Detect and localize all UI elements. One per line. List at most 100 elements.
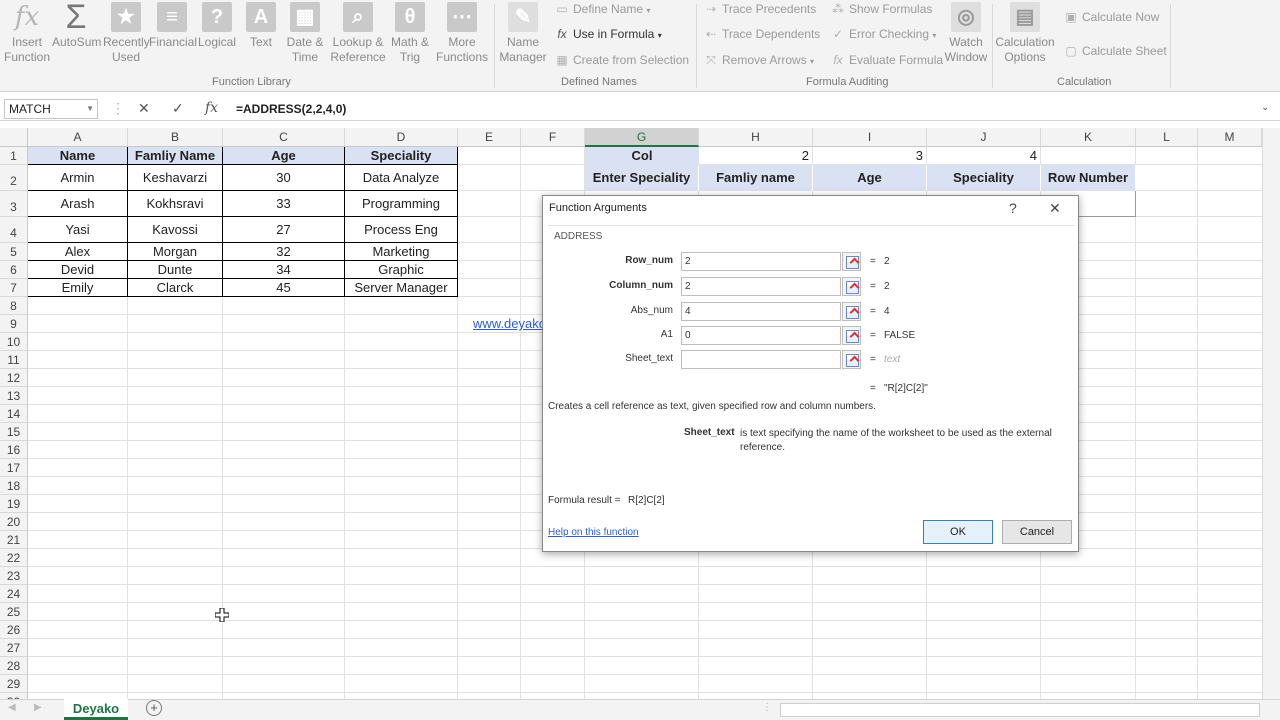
row-header-23[interactable]: 23: [0, 567, 28, 585]
cell-b2[interactable]: Keshavarzi: [128, 165, 223, 191]
text-button[interactable]: A Text: [242, 2, 280, 50]
row-header-2[interactable]: 2: [0, 165, 28, 191]
autosum-button[interactable]: Σ AutoSum: [52, 0, 101, 50]
calculate-sheet-button[interactable]: ▢ Calculate Sheet: [1064, 42, 1166, 60]
cell-g2[interactable]: Enter Speciality: [585, 165, 699, 191]
cell-c3[interactable]: 33: [223, 191, 345, 217]
collapse-dialog-icon[interactable]: [842, 252, 861, 271]
cell-a2[interactable]: Armin: [28, 165, 128, 191]
collapse-dialog-icon[interactable]: [842, 302, 861, 321]
row-header-4[interactable]: 4: [0, 217, 28, 243]
cell-c4[interactable]: 27: [223, 217, 345, 243]
lookup-reference-button[interactable]: ⌕ Lookup & Reference: [330, 2, 386, 65]
cell-d7[interactable]: Server Manager: [345, 279, 458, 297]
cell-b4[interactable]: Kavossi: [128, 217, 223, 243]
row-header-20[interactable]: 20: [0, 513, 28, 531]
row-header-27[interactable]: 27: [0, 639, 28, 657]
cell-h2[interactable]: Famliy name: [699, 165, 813, 191]
column-header-d[interactable]: D: [345, 128, 458, 147]
evaluate-formula-button[interactable]: fx Evaluate Formula: [831, 51, 943, 69]
logical-button[interactable]: ? Logical: [196, 2, 238, 50]
column-header-i[interactable]: I: [813, 128, 927, 147]
cell-b1[interactable]: Famliy Name: [128, 147, 223, 165]
column-header-e[interactable]: E: [458, 128, 521, 147]
horizontal-scrollbar[interactable]: [780, 703, 1260, 717]
row-header-9[interactable]: 9: [0, 315, 28, 333]
row-header-16[interactable]: 16: [0, 441, 28, 459]
watch-window-button[interactable]: ◎ Watch Window: [942, 2, 990, 65]
row-header-13[interactable]: 13: [0, 387, 28, 405]
ok-button[interactable]: OK: [923, 520, 993, 544]
cell-b3[interactable]: Kokhsravi: [128, 191, 223, 217]
row-header-22[interactable]: 22: [0, 549, 28, 567]
scroll-tabs-right-icon[interactable]: ▶: [34, 702, 42, 713]
row-header-21[interactable]: 21: [0, 531, 28, 549]
cancel-button[interactable]: Cancel: [1002, 520, 1072, 544]
define-name-button[interactable]: ▭ Define Name ▾: [555, 0, 650, 18]
cell-a3[interactable]: Arash: [28, 191, 128, 217]
scroll-tabs-left-icon[interactable]: ◀: [8, 702, 16, 713]
insert-function-button[interactable]: fx Insert Function: [4, 2, 50, 65]
calculate-now-button[interactable]: ▣ Calculate Now: [1064, 8, 1159, 26]
cell-d6[interactable]: Graphic: [345, 261, 458, 279]
row-header-8[interactable]: 8: [0, 297, 28, 315]
column-header-h[interactable]: H: [699, 128, 813, 147]
column-header-c[interactable]: C: [223, 128, 345, 147]
name-manager-button[interactable]: ✎ Name Manager: [498, 2, 548, 65]
insert-function-fx-button[interactable]: fx: [205, 100, 218, 116]
column-header-g[interactable]: G: [585, 128, 699, 147]
column-header-l[interactable]: L: [1136, 128, 1198, 147]
cell-c5[interactable]: 32: [223, 243, 345, 261]
row-header-3[interactable]: 3: [0, 191, 28, 217]
enter-formula-button[interactable]: ✓: [172, 100, 184, 117]
create-from-selection-button[interactable]: ▦ Create from Selection: [555, 51, 689, 69]
cell-k2[interactable]: Row Number: [1041, 165, 1136, 191]
row-header-6[interactable]: 6: [0, 261, 28, 279]
row-header-14[interactable]: 14: [0, 405, 28, 423]
trace-precedents-button[interactable]: ⇢ Trace Precedents: [704, 0, 816, 18]
cell-d3[interactable]: Programming: [345, 191, 458, 217]
cell-d1[interactable]: Speciality: [345, 147, 458, 165]
cell-c6[interactable]: 34: [223, 261, 345, 279]
close-icon[interactable]: ✕: [1049, 200, 1061, 217]
cell-g1[interactable]: Col: [585, 147, 699, 165]
row-header-7[interactable]: 7: [0, 279, 28, 297]
row-header-12[interactable]: 12: [0, 369, 28, 387]
cell-i1[interactable]: 3: [813, 147, 927, 165]
column-header-b[interactable]: B: [128, 128, 223, 147]
show-formulas-button[interactable]: ⁂ Show Formulas: [831, 0, 932, 18]
collapse-dialog-icon[interactable]: [842, 277, 861, 296]
column-header-m[interactable]: M: [1198, 128, 1262, 147]
cell-d5[interactable]: Marketing: [345, 243, 458, 261]
row-header-24[interactable]: 24: [0, 585, 28, 603]
help-icon[interactable]: ?: [1009, 200, 1017, 216]
row-header-26[interactable]: 26: [0, 621, 28, 639]
cell-h1[interactable]: 2: [699, 147, 813, 165]
column-header-k[interactable]: K: [1041, 128, 1136, 147]
row-header-28[interactable]: 28: [0, 657, 28, 675]
cancel-formula-button[interactable]: ✕: [138, 100, 150, 117]
calculation-options-button[interactable]: ▤ Calculation Options: [995, 2, 1055, 65]
arg-input[interactable]: 0: [681, 326, 841, 345]
cell-a1[interactable]: Name: [28, 147, 128, 165]
help-on-function-link[interactable]: Help on this function: [548, 527, 639, 538]
sheet-tab-deyako[interactable]: Deyako: [64, 699, 128, 720]
trace-dependents-button[interactable]: ⇠ Trace Dependents: [704, 25, 820, 43]
row-header-18[interactable]: 18: [0, 477, 28, 495]
arg-input[interactable]: 2: [681, 252, 841, 271]
use-in-formula-button[interactable]: fx Use in Formula ▾: [555, 25, 661, 43]
cell-a5[interactable]: Alex: [28, 243, 128, 261]
more-functions-button[interactable]: ⋯ More Functions: [434, 2, 490, 65]
collapse-dialog-icon[interactable]: [842, 350, 861, 369]
column-header-j[interactable]: J: [927, 128, 1041, 147]
formula-input[interactable]: =ADDRESS(2,2,4,0): [236, 98, 1260, 120]
cell-j2[interactable]: Speciality: [927, 165, 1041, 191]
remove-arrows-button[interactable]: ⤧ Remove Arrows ▾: [704, 51, 814, 69]
column-header-a[interactable]: A: [28, 128, 128, 147]
collapse-dialog-icon[interactable]: [842, 326, 861, 345]
name-box[interactable]: MATCH ▼: [4, 99, 98, 119]
row-header-17[interactable]: 17: [0, 459, 28, 477]
math-trig-button[interactable]: θ Math & Trig: [388, 2, 432, 65]
cell-h9[interactable]: www.deyako: [473, 315, 543, 333]
cell-c7[interactable]: 45: [223, 279, 345, 297]
